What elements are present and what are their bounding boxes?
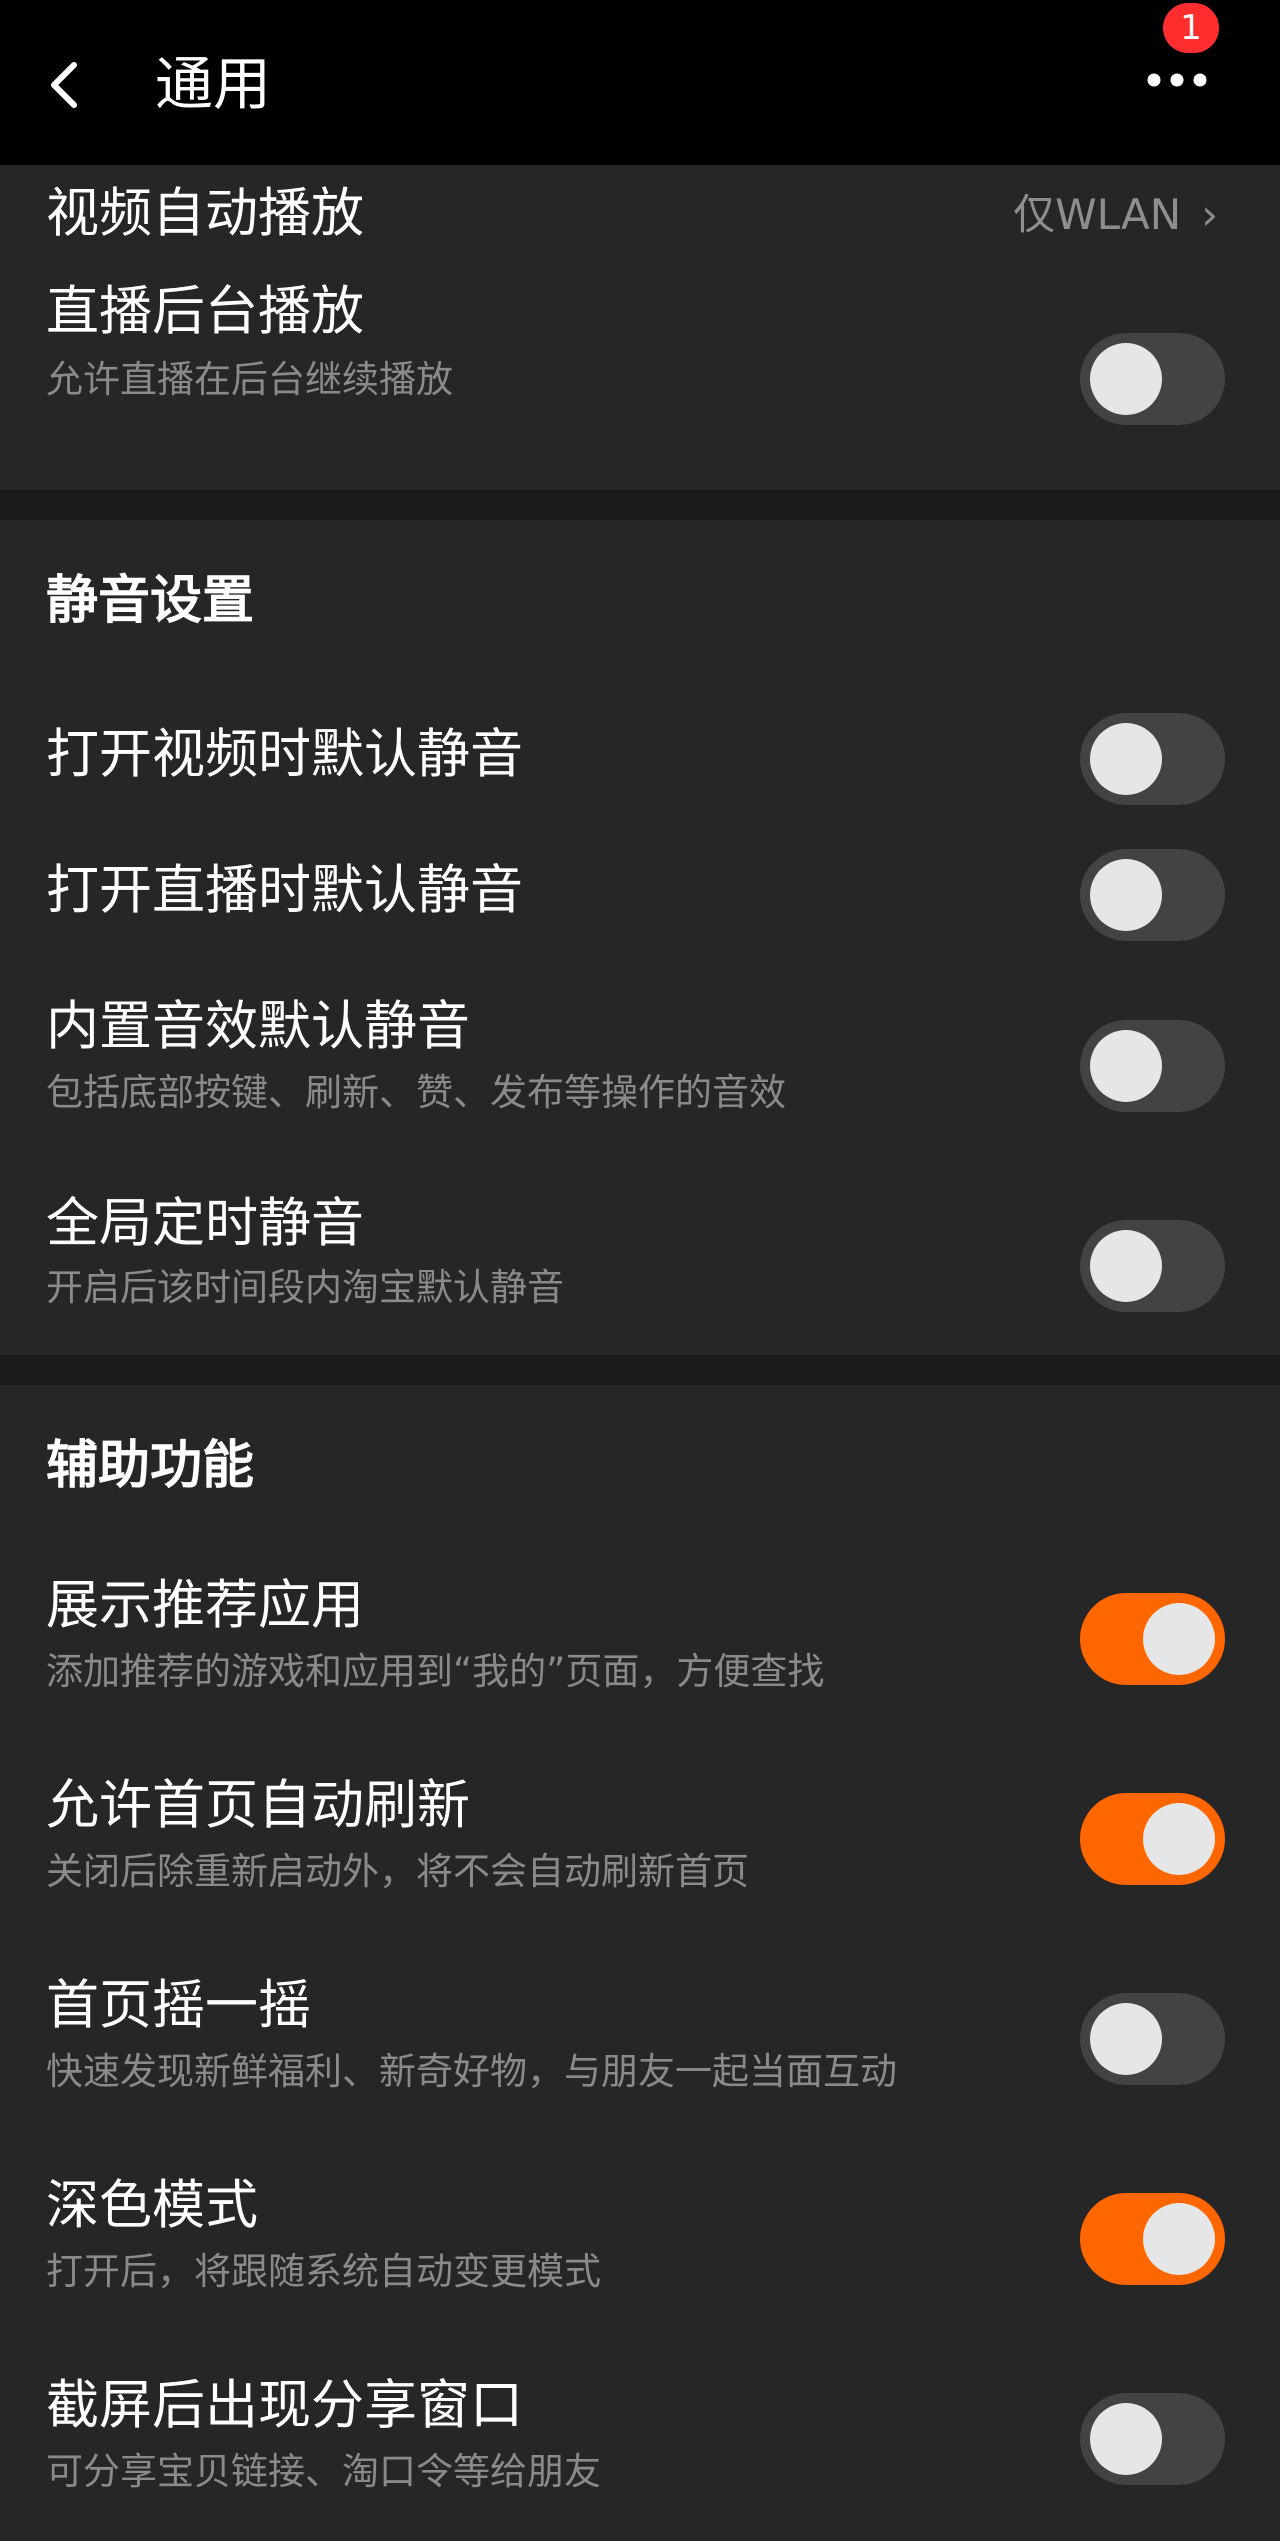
top-bar: 通用 1 [0,0,1280,165]
video-autoplay-value[interactable]: 仅WLAN › [1013,185,1218,245]
mute-item-desc: 开启后该时间段内淘宝默认静音 [46,1266,564,1309]
section-divider [0,1355,1280,1385]
mute-item-live: 打开直播时默认静音 [0,830,1280,965]
assist-item-desc: 打开后，将跟随系统自动变更模式 [46,2250,601,2293]
assist-item-recommend-apps: 展示推荐应用 添加推荐的游戏和应用到“我的”页面，方便查找 [0,1555,1280,1755]
video-autoplay-row[interactable]: 视频自动播放 仅WLAN › [0,165,1280,265]
toggle-knob [1143,2203,1215,2275]
mute-item-title: 内置音效默认静音 [46,996,470,1057]
toggle-knob [1090,1030,1162,1102]
assist-section: 辅助功能 展示推荐应用 添加推荐的游戏和应用到“我的”页面，方便查找 允许首页自… [0,1385,1280,2541]
assist-item-dark-mode: 深色模式 打开后，将跟随系统自动变更模式 [0,2155,1280,2355]
section-divider [0,490,1280,520]
recommend-apps-toggle[interactable] [1080,1593,1225,1685]
mute-item-sound-effects: 内置音效默认静音 包括底部按键、刷新、赞、发布等操作的音效 [0,965,1280,1165]
video-autoplay-title: 视频自动播放 [46,183,364,244]
more-dots-icon [1147,73,1207,87]
chevron-left-icon [51,62,77,108]
live-background-toggle[interactable] [1080,333,1225,425]
mute-item-desc: 包括底部按键、刷新、赞、发布等操作的音效 [46,1071,786,1114]
toggle-knob [1143,1803,1215,1875]
assist-item-title: 深色模式 [46,2175,258,2236]
mute-item-title: 打开直播时默认静音 [46,860,523,921]
assist-item-desc: 关闭后除重新启动外，将不会自动刷新首页 [46,1850,749,1893]
toggle-knob [1090,1230,1162,1302]
mute-section: 静音设置 打开视频时默认静音 打开直播时默认静音 内置音效默认静音 包括底部按键… [0,520,1280,1355]
auto-refresh-toggle[interactable] [1080,1793,1225,1885]
assist-item-auto-refresh: 允许首页自动刷新 关闭后除重新启动外，将不会自动刷新首页 [0,1755,1280,1955]
mute-sound-effects-toggle[interactable] [1080,1020,1225,1112]
assist-section-title: 辅助功能 [46,1436,255,1496]
toggle-knob [1090,859,1162,931]
toggle-knob [1090,723,1162,795]
assist-item-shake: 首页摇一摇 快速发现新鲜福利、新奇好物，与朋友一起当面互动 [0,1955,1280,2155]
more-button[interactable] [1140,50,1215,110]
assist-item-title: 截屏后出现分享窗口 [46,2375,523,2436]
live-background-title: 直播后台播放 [46,281,364,342]
assist-item-title: 允许首页自动刷新 [46,1775,470,1836]
chevron-right-icon: › [1201,190,1218,239]
dark-mode-toggle[interactable] [1080,2193,1225,2285]
assist-item-screenshot-share: 截屏后出现分享窗口 可分享宝贝链接、淘口令等给朋友 [0,2355,1280,2541]
back-button[interactable] [40,45,100,125]
mute-item-scheduled: 全局定时静音 开启后该时间段内淘宝默认静音 [0,1165,1280,1355]
assist-item-desc: 快速发现新鲜福利、新奇好物，与朋友一起当面互动 [46,2050,897,2093]
assist-item-title: 首页摇一摇 [46,1975,311,2036]
mute-item-video: 打开视频时默认静音 [0,695,1280,830]
mute-live-toggle[interactable] [1080,849,1225,941]
live-background-desc: 允许直播在后台继续播放 [46,358,453,401]
live-background-row: 直播后台播放 允许直播在后台继续播放 [0,265,1280,490]
notification-badge: 1 [1163,3,1219,53]
toggle-knob [1143,1603,1215,1675]
mute-item-title: 打开视频时默认静音 [46,724,523,785]
toggle-knob [1090,2003,1162,2075]
shake-toggle[interactable] [1080,1993,1225,2085]
assist-item-desc: 添加推荐的游戏和应用到“我的”页面，方便查找 [46,1650,825,1693]
assist-item-title: 展示推荐应用 [46,1575,364,1636]
toggle-knob [1090,2403,1162,2475]
assist-item-desc: 可分享宝贝链接、淘口令等给朋友 [46,2450,601,2493]
mute-item-title: 全局定时静音 [46,1193,364,1254]
screenshot-share-toggle[interactable] [1080,2393,1225,2485]
video-autoplay-value-text: 仅WLAN [1013,190,1182,239]
mute-scheduled-toggle[interactable] [1080,1220,1225,1312]
mute-video-toggle[interactable] [1080,713,1225,805]
mute-section-title: 静音设置 [46,571,255,631]
page-title: 通用 [155,50,272,118]
playback-section: 视频自动播放 仅WLAN › 直播后台播放 允许直播在后台继续播放 [0,165,1280,490]
toggle-knob [1090,343,1162,415]
